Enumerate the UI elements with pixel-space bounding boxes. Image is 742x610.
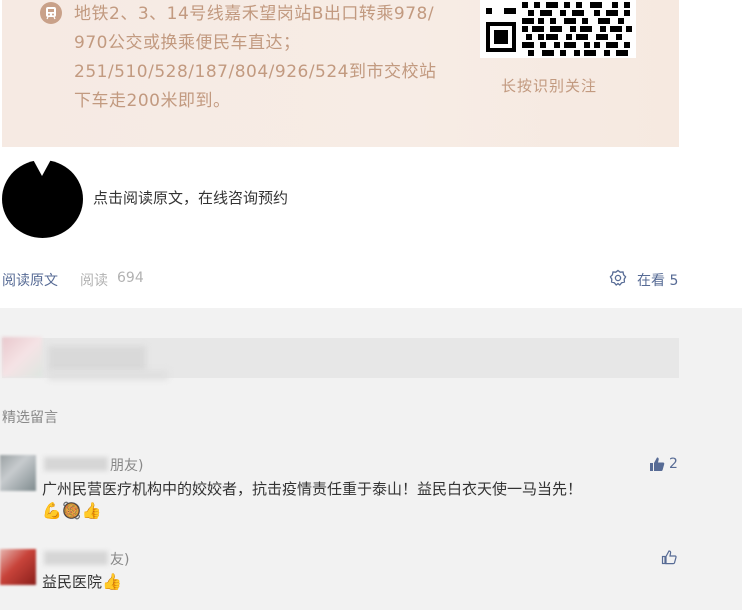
commenter-name: 友) <box>110 552 130 568</box>
qr-code[interactable] <box>480 0 636 58</box>
comment-body: 广州民营医疗机构中的姣姣者，抗击疫情责任重于泰山！益民白衣天使一马当先！ <box>42 480 583 498</box>
promo-text[interactable]: 点击阅读原文，在线咨询预约 <box>93 187 288 208</box>
comment-emoji: 👍 <box>102 572 122 591</box>
comment-text: 广州民营医疗机构中的姣姣者，抗击疫情责任重于泰山！益民白衣天使一马当先！ 💪🥘👍 <box>42 478 652 522</box>
read-count-label: 阅读 <box>80 273 108 289</box>
comment-emoji: 💪🥘👍 <box>42 501 102 520</box>
watching-button[interactable]: 在看 5 <box>637 270 678 290</box>
redacted-name <box>44 457 108 471</box>
direction-line: 下车走200米即到。 <box>74 91 231 111</box>
redacted-name <box>44 551 108 565</box>
commenter-avatar[interactable] <box>0 455 36 491</box>
direction-line: 970公交或换乘便民车直达； <box>74 33 301 53</box>
read-count: 694 <box>117 270 144 286</box>
read-original-link[interactable]: 阅读原文 <box>2 270 58 290</box>
qr-hint: 长按识别关注 <box>501 77 598 95</box>
like-button[interactable] <box>661 549 677 565</box>
my-avatar <box>2 337 42 377</box>
thumbs-up-outline-icon <box>661 550 677 565</box>
comment-area: 精选留言 朋友) 广州民营医疗机构中的姣姣者，抗击疫情责任重于泰山！益民白衣天使… <box>0 308 742 610</box>
commenter-name: 朋友) <box>110 458 144 474</box>
direction-line: 地铁2、3、14号线嘉禾望岗站B出口转乘978/ <box>74 4 435 24</box>
comment-body: 益民医院 <box>42 573 103 591</box>
watching-icon[interactable] <box>609 269 627 287</box>
like-button[interactable]: 2 <box>649 456 678 472</box>
commenter-avatar[interactable] <box>0 549 36 585</box>
transport-info-banner: 地铁2、3、14号线嘉禾望岗站B出口转乘978/ 970公交或换乘便民车直达； … <box>2 0 679 147</box>
redacted-name <box>48 346 146 372</box>
transport-directions: 地铁2、3、14号线嘉禾望岗站B出口转乘978/ 970公交或换乘便民车直达； … <box>74 0 454 116</box>
like-count: 2 <box>669 456 678 472</box>
direction-line: 251/510/528/187/804/926/524到市交校站 <box>74 62 437 82</box>
comment-text: 益民医院👍 <box>42 571 122 593</box>
thumbs-up-filled-icon <box>650 457 665 471</box>
featured-comments-title: 精选留言 <box>2 410 58 426</box>
metro-icon <box>40 2 62 24</box>
redacted-name <box>48 370 168 380</box>
